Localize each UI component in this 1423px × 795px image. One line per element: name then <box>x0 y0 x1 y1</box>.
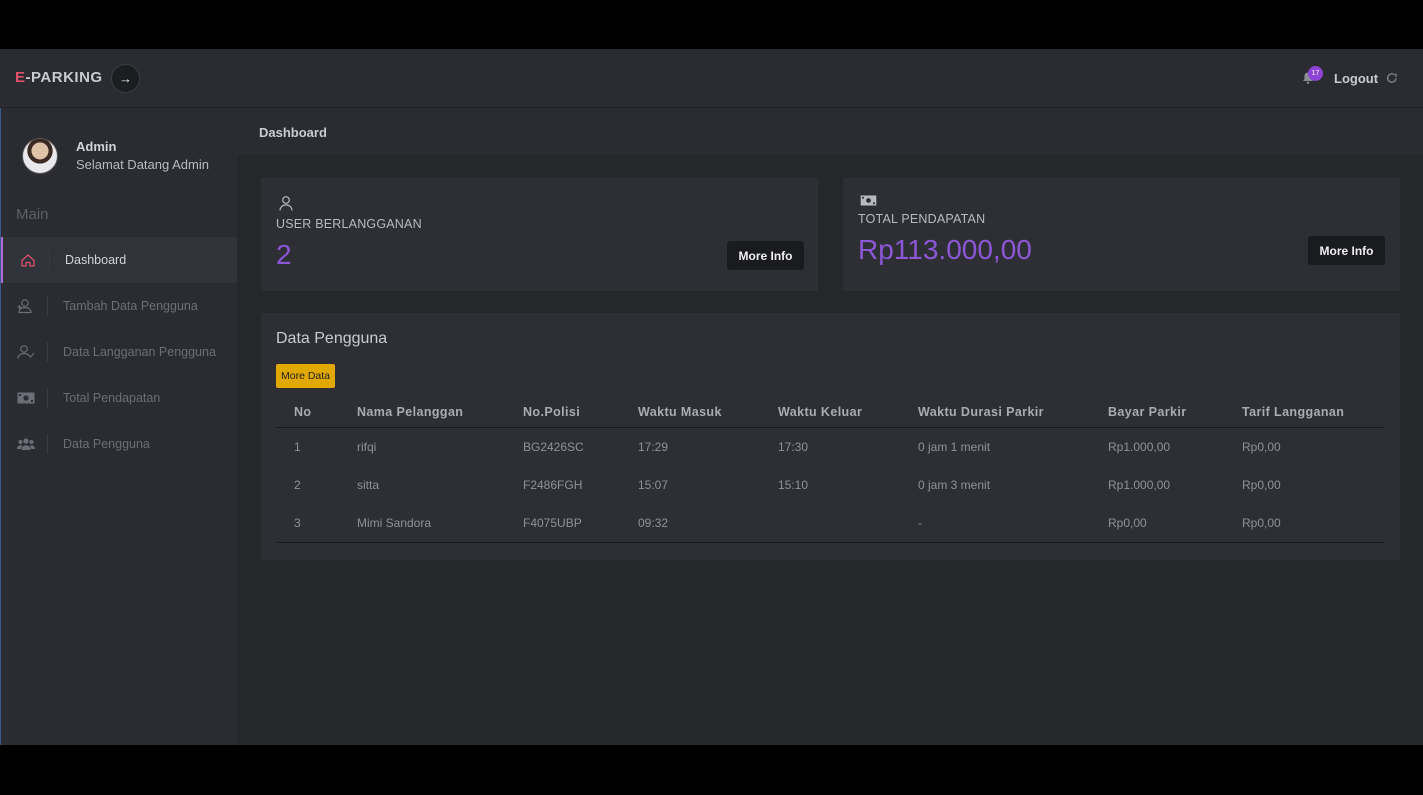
table-cell: F4075UBP <box>523 504 638 544</box>
table-cell: 0 jam 1 menit <box>918 439 991 454</box>
column-header[interactable]: Bayar Parkir <box>1108 397 1242 428</box>
table-cell: Rp1.000,00 <box>1108 439 1171 454</box>
user-icon <box>279 196 293 211</box>
app-window: E-PARKING → 17 Logout Admin Selamat Data… <box>0 49 1423 745</box>
page-title: Dashboard <box>259 125 327 140</box>
column-header[interactable]: Waktu Masuk <box>638 397 778 428</box>
page-header: Dashboard <box>237 108 1423 155</box>
column-header[interactable]: Waktu Durasi Parkir <box>918 397 1108 428</box>
more-info-button[interactable]: More Info <box>1308 236 1385 265</box>
table-row: 1 rifqi BG2426SC 17:29 17:30 0 jam 1 men… <box>276 427 1385 466</box>
sidebar-item-tambah-data-pengguna[interactable]: Tambah Data Pengguna <box>1 283 237 329</box>
user-name: Admin <box>76 139 117 154</box>
table-cell: F2486FGH <box>523 477 583 492</box>
sidebar-item-label: Total Pendapatan <box>63 391 161 405</box>
sidebar-item-label: Dashboard <box>65 253 127 267</box>
table-row: 2 sitta F2486FGH 15:07 15:10 0 jam 3 men… <box>276 466 1385 505</box>
arrow-right-icon: → <box>119 71 132 86</box>
sidebar-menu: Dashboard Tambah Data Pengguna Data Lang… <box>1 237 237 467</box>
users-icon <box>15 436 37 452</box>
table-cell: Rp0,00 <box>1108 504 1242 544</box>
column-header[interactable]: Tarif Langganan <box>1242 397 1385 428</box>
column-header[interactable]: No.Polisi <box>523 397 638 428</box>
home-icon <box>17 252 39 268</box>
more-info-button[interactable]: More Info <box>727 241 804 270</box>
sidebar-item-label: Data Langganan Pengguna <box>63 345 216 359</box>
stat-card-user-berlangganan: USER BERLANGGANAN 2 More Info <box>261 178 818 291</box>
table-cell: Mimi Sandora <box>357 504 523 544</box>
sidebar-item-dashboard[interactable]: Dashboard <box>1 237 237 283</box>
sidebar-item-total-pendapatan[interactable]: Total Pendapatan <box>1 375 237 421</box>
user-greeting: Selamat Datang Admin <box>76 157 209 172</box>
data-pengguna-panel: Data Pengguna More Data No Nama Pelangga… <box>261 313 1400 560</box>
money-icon <box>860 195 877 206</box>
table-cell: 0 jam 3 menit <box>918 477 991 492</box>
column-header[interactable]: No <box>276 397 357 428</box>
notification-badge: 17 <box>1308 66 1323 81</box>
table-cell: 17:29 <box>638 439 669 454</box>
table-cell <box>778 504 918 544</box>
brand-prefix: E <box>15 69 26 86</box>
table-cell: Rp0,00 <box>1242 439 1281 454</box>
column-header[interactable]: Nama Pelanggan <box>357 397 523 428</box>
table-cell: Rp1.000,00 <box>1108 477 1171 492</box>
table-cell: sitta <box>357 477 380 492</box>
power-icon[interactable] <box>1386 72 1398 84</box>
menu-separator <box>47 434 48 454</box>
menu-heading: Main <box>16 206 49 223</box>
sidebar-item-data-langganan-pengguna[interactable]: Data Langganan Pengguna <box>1 329 237 375</box>
menu-separator <box>47 388 48 408</box>
table-row: 3 Mimi Sandora F4075UBP 09:32 - Rp0,00 R… <box>276 504 1385 544</box>
stat-card-total-pendapatan: TOTAL PENDAPATAN Rp113.000,00 More Info <box>843 178 1400 291</box>
table-cell: Rp0,00 <box>1242 504 1385 544</box>
sidebar-toggle-button[interactable]: → <box>111 64 140 93</box>
table-header-row: No Nama Pelanggan No.Polisi Waktu Masuk … <box>276 397 1385 428</box>
table-cell: 09:32 <box>638 504 778 544</box>
sidebar-item-label: Tambah Data Pengguna <box>63 299 198 313</box>
sidebar: Admin Selamat Datang Admin Main Dashboar… <box>0 108 237 745</box>
top-navbar: E-PARKING → 17 Logout <box>0 49 1423 108</box>
money-icon <box>15 390 37 406</box>
sidebar-item-label: Data Pengguna <box>63 437 150 451</box>
panel-title: Data Pengguna <box>276 330 388 347</box>
brand-suffix: -PARKING <box>25 69 103 86</box>
user-check-icon <box>15 344 37 360</box>
stat-card-label: USER BERLANGGANAN <box>276 217 422 231</box>
menu-separator <box>49 250 50 270</box>
table-cell: Rp0,00 <box>1242 477 1281 492</box>
table-cell: 1 <box>294 439 301 454</box>
sidebar-item-data-pengguna[interactable]: Data Pengguna <box>1 421 237 467</box>
table-cell: BG2426SC <box>523 439 584 454</box>
menu-separator <box>47 342 48 362</box>
column-header[interactable]: Waktu Keluar <box>778 397 918 428</box>
logout-link[interactable]: Logout <box>1334 71 1378 86</box>
user-plus-icon <box>15 298 37 314</box>
more-data-button[interactable]: More Data <box>276 364 335 388</box>
table-cell: 15:10 <box>778 477 809 492</box>
menu-separator <box>47 296 48 316</box>
avatar <box>22 138 58 174</box>
table-cell: 3 <box>276 504 357 544</box>
stat-card-label: TOTAL PENDAPATAN <box>858 212 986 226</box>
stat-card-value: 2 <box>276 239 292 270</box>
brand-logo[interactable]: E-PARKING <box>15 69 103 86</box>
table-cell: - <box>918 504 1108 544</box>
table-cell: 17:30 <box>778 439 809 454</box>
table-cell: rifqi <box>357 439 377 454</box>
table-cell: 15:07 <box>638 477 669 492</box>
table-cell: 2 <box>294 477 301 492</box>
data-pengguna-table: No Nama Pelanggan No.Polisi Waktu Masuk … <box>276 397 1385 544</box>
stat-card-value: Rp113.000,00 <box>858 234 1032 265</box>
